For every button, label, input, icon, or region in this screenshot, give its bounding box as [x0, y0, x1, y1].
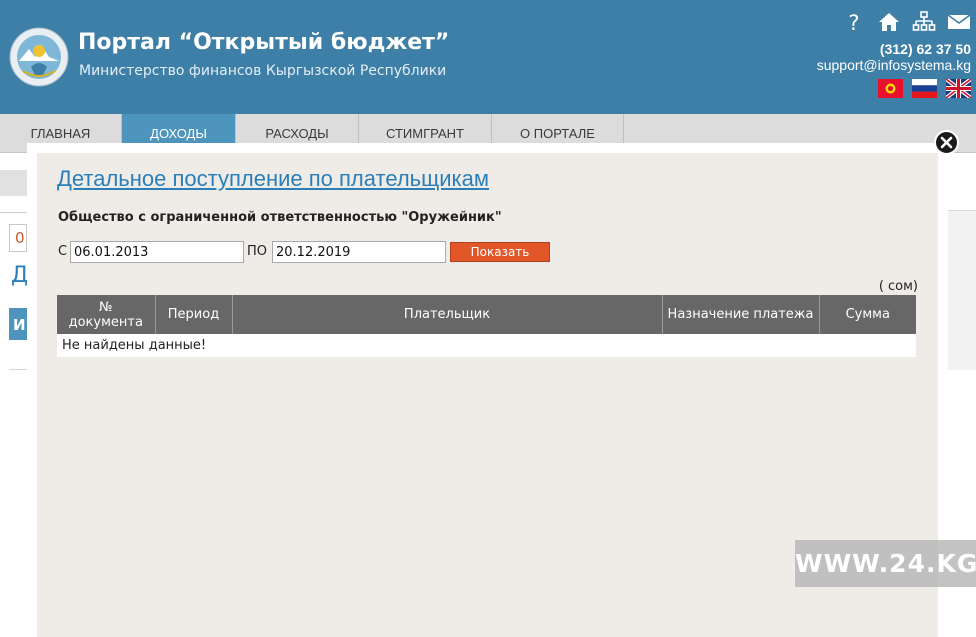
mail-icon[interactable]	[947, 10, 971, 34]
from-date-label: С	[58, 244, 68, 259]
background-table-row-fragment	[9, 340, 27, 370]
empty-message: Не найдены данные!	[57, 334, 916, 357]
watermark: WWW.24.KG	[795, 540, 976, 587]
to-date-input[interactable]	[272, 241, 446, 263]
background-heading-fragment: Д	[11, 263, 27, 288]
modal-title: Детальное поступление по плательщикам	[57, 166, 489, 191]
column-payment-purpose: Назначение платежа	[662, 295, 820, 334]
site-subtitle: Министерство финансов Кыргызской Республ…	[79, 63, 447, 79]
header-icon-bar: ?	[842, 10, 971, 34]
language-switcher	[878, 79, 971, 98]
background-input-fragment: 0	[9, 224, 27, 252]
sitemap-icon[interactable]	[912, 10, 936, 34]
column-period: Период	[155, 295, 233, 334]
organization-name: Общество с ограниченной ответственностью…	[58, 210, 502, 225]
column-document-number: № документа	[57, 295, 156, 334]
column-amount: Сумма	[819, 295, 916, 334]
background-divider	[0, 212, 27, 213]
to-date-label: ПО	[247, 244, 268, 259]
site-header: Портал “Открытый бюджет” Министерство фи…	[0, 0, 976, 114]
payments-table: № документа Период Плательщик Назначение…	[57, 295, 916, 357]
table-header-row: № документа Период Плательщик Назначение…	[57, 295, 916, 334]
table-row: Не найдены данные!	[57, 334, 916, 357]
svg-text:?: ?	[848, 11, 859, 34]
home-icon[interactable]	[877, 10, 901, 34]
emblem-logo-icon[interactable]	[9, 27, 69, 87]
help-icon[interactable]: ?	[842, 10, 866, 34]
background-tab-fragment	[0, 170, 27, 196]
from-date-input[interactable]	[70, 241, 244, 263]
show-button[interactable]: Показать	[450, 242, 550, 262]
close-icon[interactable]	[934, 130, 959, 155]
uk-flag-icon[interactable]	[946, 79, 971, 98]
contact-email[interactable]: support@infosystema.kg	[817, 57, 971, 73]
kyrgyz-flag-icon[interactable]	[878, 79, 903, 98]
russian-flag-icon[interactable]	[912, 79, 937, 98]
contact-phone: (312) 62 37 50	[879, 41, 971, 57]
site-title: Портал “Открытый бюджет”	[78, 30, 450, 55]
column-payer: Плательщик	[232, 295, 663, 334]
background-table-header-fragment: И	[9, 308, 27, 340]
currency-label: ( сом)	[878, 279, 918, 294]
